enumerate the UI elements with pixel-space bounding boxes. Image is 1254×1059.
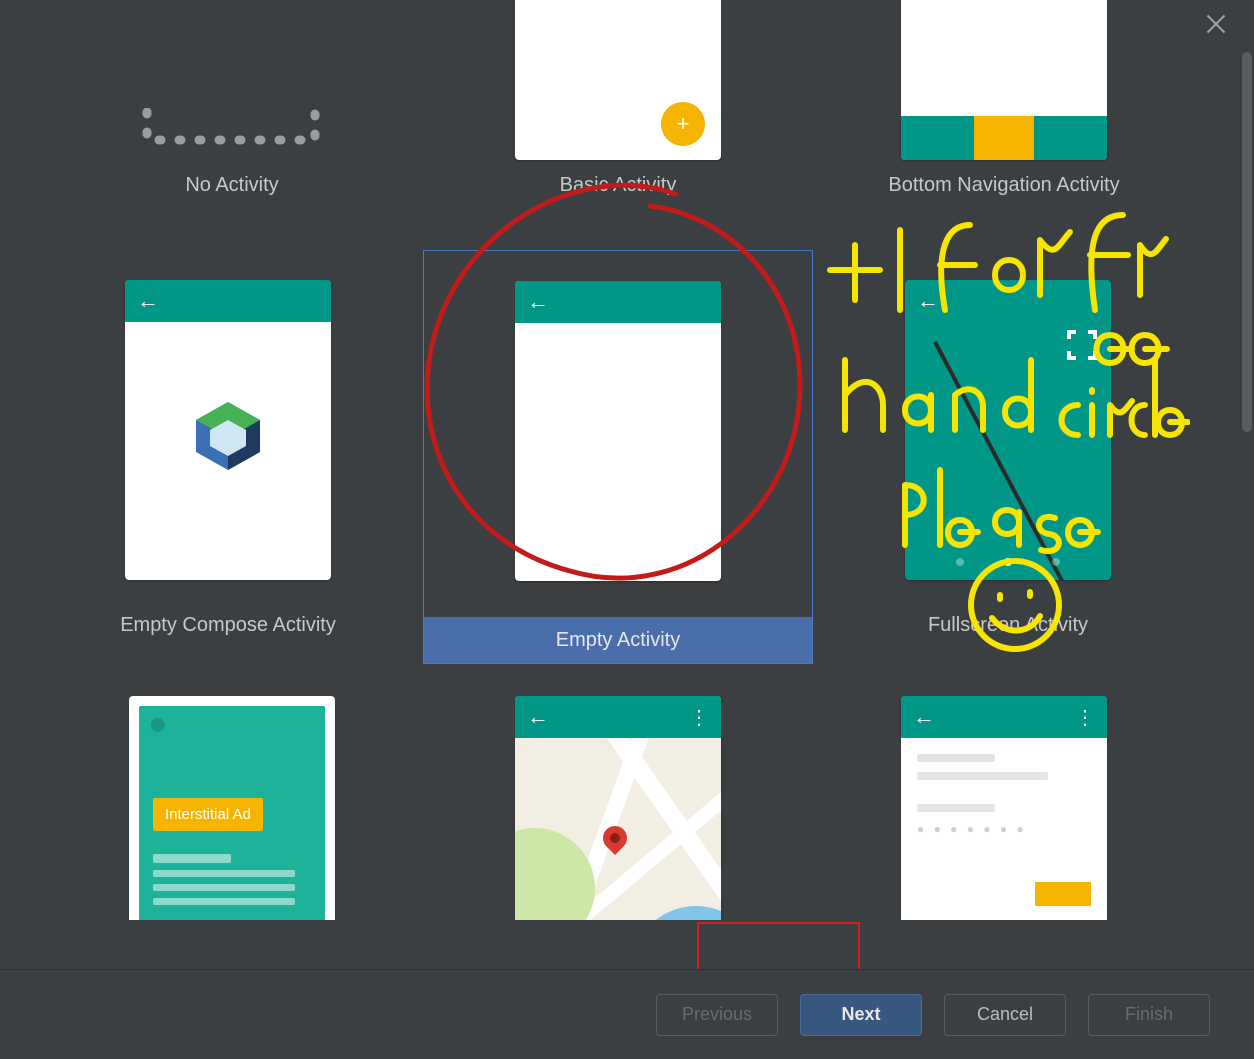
selected-frame: ← Empty Activity [423,250,813,664]
close-icon[interactable] [1206,14,1226,34]
wizard-button-bar: Previous Next Cancel Finish [0,969,1254,1059]
appbar-icon: ← [515,281,721,323]
appbar-icon: ← [125,280,331,322]
map-icon [515,738,721,920]
template-label: Fullscreen Activity [928,602,1088,648]
finish-button[interactable]: Finish [1088,994,1210,1036]
thumb-ads: Interstitial Ad [129,696,335,920]
back-arrow-icon: ← [137,290,159,312]
fullscreen-icon [1067,330,1097,360]
dashed-outline-icon [141,108,321,148]
bottom-nav-bar-icon [901,116,1107,160]
thumb-map: ← ⋮ [515,696,721,920]
interstitial-ad-badge: Interstitial Ad [153,798,263,831]
template-google-ads[interactable]: Interstitial Ad [129,696,335,920]
template-label-selected: Empty Activity [424,617,812,663]
template-gallery: No Activity + Basic Activity Bottom Navi… [0,0,1236,920]
thumb-form: ← ⋮ ● ● ● ● ● ● ● [901,696,1107,920]
template-login-activity[interactable]: ← ⋮ ● ● ● ● ● ● ● [901,696,1107,920]
thumb-no-activity [129,0,335,160]
thumb-basic-activity: + [515,0,721,160]
thumb-bottom-nav [901,0,1107,160]
template-empty-compose[interactable]: ← Empty Compose Activity [33,250,423,664]
scrollbar-thumb[interactable] [1242,52,1252,432]
appbar-icon: ← ⋮ [515,696,721,738]
template-label: Basic Activity [560,174,677,197]
template-basic-activity[interactable]: + Basic Activity [515,0,721,197]
overflow-menu-icon: ⋮ [689,705,709,730]
template-fullscreen-activity[interactable]: ← Fullscreen Activity [813,250,1203,664]
cancel-button[interactable]: Cancel [944,994,1066,1036]
back-arrow-icon: ← [527,291,549,313]
template-row-3: Interstitial Ad ← ⋮ [0,696,1236,920]
overflow-menu-icon: ⋮ [1075,705,1095,730]
jetpack-compose-icon [188,396,268,476]
template-label: Bottom Navigation Activity [888,174,1119,197]
fab-icon: + [661,102,705,146]
appbar-icon: ← ⋮ [901,696,1107,738]
diagonal-line-icon [933,341,1077,580]
template-no-activity[interactable]: No Activity [129,0,335,197]
template-row-1: No Activity + Basic Activity Bottom Navi… [0,0,1236,197]
thumb-empty-compose: ← [125,280,331,580]
template-label: Empty Compose Activity [120,602,336,648]
template-label: No Activity [185,174,278,197]
thumb-empty-activity: ← [515,281,721,581]
appbar-icon: ← [905,280,1111,322]
back-arrow-icon: ← [917,290,939,312]
thumb-fullscreen: ← [905,280,1111,580]
template-bottom-nav-activity[interactable]: Bottom Navigation Activity [901,0,1107,197]
next-button[interactable]: Next [800,994,922,1036]
back-arrow-icon: ← [913,706,935,728]
template-empty-activity[interactable]: ← Empty Activity [423,250,813,664]
form-submit-icon [1035,882,1091,906]
template-row-2: ← Empty Compose Activity ← [0,250,1236,664]
page-dots-icon [905,558,1111,566]
previous-button[interactable]: Previous [656,994,778,1036]
back-arrow-icon: ← [527,706,549,728]
template-maps-activity[interactable]: ← ⋮ [515,696,721,920]
